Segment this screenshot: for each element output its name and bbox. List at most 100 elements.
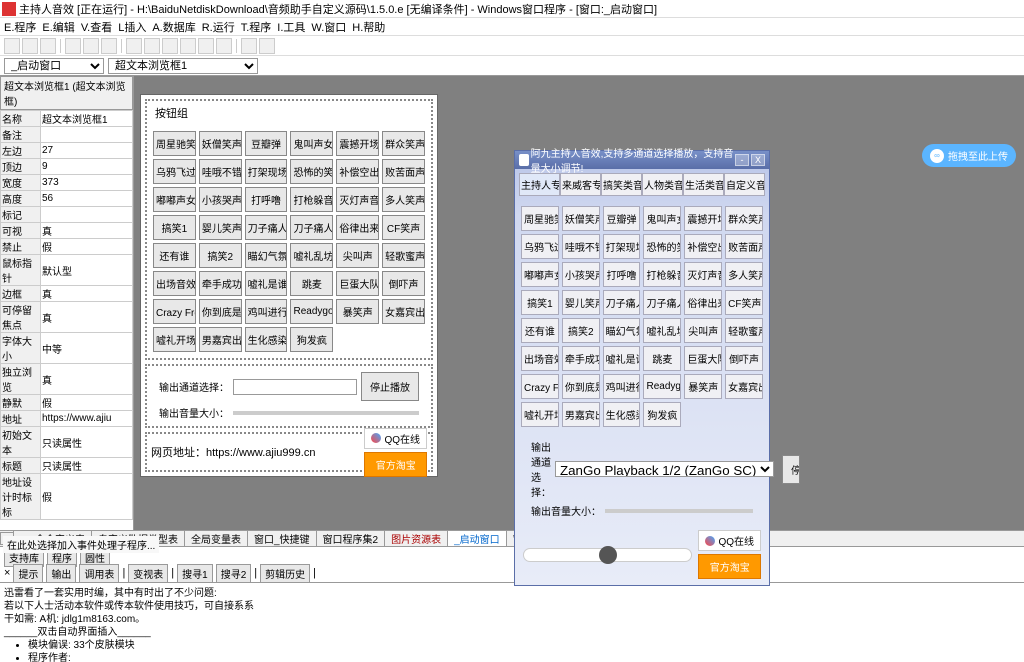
- sound-button[interactable]: 哇哦不错: [199, 159, 242, 184]
- sound-button[interactable]: 尖叫声: [684, 318, 722, 343]
- sound-button[interactable]: 生化感染: [245, 327, 288, 352]
- menu-item[interactable]: W.窗口: [311, 19, 346, 35]
- sound-button[interactable]: CF笑声: [382, 215, 425, 240]
- sound-button[interactable]: 牵手成功: [562, 346, 600, 371]
- sound-button[interactable]: 嘟嘟声女: [521, 262, 559, 287]
- sound-button[interactable]: 周星驰笑: [521, 206, 559, 231]
- sound-button[interactable]: 轻歌蜜声: [725, 318, 763, 343]
- category-tab[interactable]: 搞笑类音效: [601, 173, 642, 196]
- sound-button[interactable]: 打枪躲音: [290, 187, 333, 212]
- tool-btn[interactable]: [101, 38, 117, 54]
- sound-button[interactable]: 女嘉宾出场: [725, 374, 763, 399]
- menu-item[interactable]: I.工具: [277, 19, 305, 35]
- tool-btn[interactable]: [259, 38, 275, 54]
- sound-button[interactable]: 群众笑声: [725, 206, 763, 231]
- sound-button[interactable]: 鸡叫进行曲: [245, 299, 288, 324]
- prop-val[interactable]: 真: [41, 364, 133, 395]
- bottom-tab[interactable]: 窗口程序集2: [316, 530, 386, 547]
- btn[interactable]: 输出: [46, 564, 76, 583]
- sound-button[interactable]: 鬼叫声女: [643, 206, 681, 231]
- menu-item[interactable]: H.帮助: [352, 19, 385, 35]
- sound-button[interactable]: 嘟嘟声女: [153, 187, 196, 212]
- sound-button[interactable]: 搞笑1: [521, 290, 559, 315]
- tool-btn[interactable]: [4, 38, 20, 54]
- tool-btn[interactable]: [162, 38, 178, 54]
- category-tab[interactable]: 主持人专用: [519, 173, 560, 196]
- sound-button[interactable]: 轻歌蜜声: [382, 243, 425, 268]
- sound-button[interactable]: 恐怖的笑: [643, 234, 681, 259]
- bottom-tab[interactable]: _启动窗口: [447, 530, 507, 547]
- prop-val[interactable]: 9: [41, 159, 133, 175]
- btn[interactable]: 变视表: [128, 564, 168, 583]
- prop-val[interactable]: 27: [41, 143, 133, 159]
- sound-button[interactable]: 狗发疯: [643, 402, 681, 427]
- volume-slider[interactable]: [605, 509, 753, 513]
- prop-val[interactable]: 373: [41, 175, 133, 191]
- sound-button[interactable]: Readygo: [290, 299, 333, 324]
- prop-val[interactable]: 假: [41, 474, 133, 520]
- sound-button[interactable]: 生化感染: [603, 402, 641, 427]
- close-icon[interactable]: X: [751, 154, 765, 166]
- sound-button[interactable]: 跳麦: [290, 271, 333, 296]
- sound-button[interactable]: 打枪躲音: [643, 262, 681, 287]
- sound-button[interactable]: 打架现场: [245, 159, 288, 184]
- sound-button[interactable]: 俗律出来: [336, 215, 379, 240]
- sound-button[interactable]: 豆瓣弹: [603, 206, 641, 231]
- tool-btn[interactable]: [126, 38, 142, 54]
- sound-button[interactable]: 你到底是谁: [562, 374, 600, 399]
- window-combo[interactable]: _启动窗口: [4, 58, 104, 74]
- sound-button[interactable]: 婴儿笑声: [562, 290, 600, 315]
- sound-button[interactable]: Crazy Frog特技: [521, 374, 559, 399]
- sound-button[interactable]: 补偿空出场: [684, 234, 722, 259]
- sound-button[interactable]: 巨蛋大队: [336, 271, 379, 296]
- prop-val[interactable]: 真: [41, 223, 133, 239]
- sound-button[interactable]: 小孩哭声: [199, 187, 242, 212]
- sound-button[interactable]: 刀子痛人1: [603, 290, 641, 315]
- sound-button[interactable]: Crazy Frog特技: [153, 299, 196, 324]
- sound-button[interactable]: Readygo: [643, 374, 681, 399]
- prop-val[interactable]: https://www.ajiu: [41, 411, 133, 427]
- menu-item[interactable]: A.数据库: [152, 19, 195, 35]
- sound-button[interactable]: 跳麦: [643, 346, 681, 371]
- design-window[interactable]: 按钮组 周星驰笑妖僧笑声豆瓣弹鬼叫声女震撼开场群众笑声乌鸦飞过哇哦不错打架现场恐…: [140, 94, 438, 477]
- sound-button[interactable]: 多人笑声: [725, 262, 763, 287]
- sound-button[interactable]: 嘘礼开场(女声): [153, 327, 196, 352]
- sound-button[interactable]: 妖僧笑声: [562, 206, 600, 231]
- sound-button[interactable]: 狗发疯: [290, 327, 333, 352]
- sound-button[interactable]: 嘘礼乱坊: [290, 243, 333, 268]
- sound-button[interactable]: 刀子痛人2: [290, 215, 333, 240]
- tool-btn[interactable]: [83, 38, 99, 54]
- prop-val[interactable]: 只读属性: [41, 427, 133, 458]
- prop-val[interactable]: 只读属性: [41, 458, 133, 474]
- sound-button[interactable]: 妖僧笑声: [199, 131, 242, 156]
- sound-button[interactable]: 哇哦不错: [562, 234, 600, 259]
- sound-button[interactable]: 嘘礼乱坊: [643, 318, 681, 343]
- design-canvas[interactable]: 按钮组 周星驰笑妖僧笑声豆瓣弹鬼叫声女震撼开场群众笑声乌鸦飞过哇哦不错打架现场恐…: [134, 76, 1024, 530]
- sound-button[interactable]: 倒吓声: [725, 346, 763, 371]
- sound-button[interactable]: 嘘礼开场(女声): [521, 402, 559, 427]
- tool-btn[interactable]: [65, 38, 81, 54]
- sound-button[interactable]: 补偿空出场: [336, 159, 379, 184]
- tool-btn[interactable]: [144, 38, 160, 54]
- sound-button[interactable]: 打呼噜: [245, 187, 288, 212]
- prop-val[interactable]: 超文本浏览框1: [41, 111, 133, 127]
- sound-button[interactable]: 败苦面声: [725, 234, 763, 259]
- tool-btn[interactable]: [40, 38, 56, 54]
- prop-val[interactable]: 假: [41, 395, 133, 411]
- sound-button[interactable]: 暴笑声: [336, 299, 379, 324]
- sound-button[interactable]: 群众笑声: [382, 131, 425, 156]
- prop-val[interactable]: 中等: [41, 333, 133, 364]
- sound-button[interactable]: 豆瓣弹: [245, 131, 288, 156]
- prop-val[interactable]: [41, 207, 133, 223]
- btn[interactable]: 搜寻1: [177, 564, 213, 583]
- btn[interactable]: 提示: [13, 564, 43, 583]
- menu-item[interactable]: R.运行: [202, 19, 235, 35]
- sound-button[interactable]: 男嘉宾出场: [562, 402, 600, 427]
- sound-button[interactable]: 恐怖的笑: [290, 159, 333, 184]
- prop-val[interactable]: 真: [41, 286, 133, 302]
- stop-button[interactable]: 停止播放: [782, 455, 800, 484]
- category-tab[interactable]: 来威客专用: [560, 173, 601, 196]
- prop-val[interactable]: [41, 127, 133, 143]
- qq-button[interactable]: QQ在线: [364, 428, 427, 449]
- sound-button[interactable]: 巨蛋大队: [684, 346, 722, 371]
